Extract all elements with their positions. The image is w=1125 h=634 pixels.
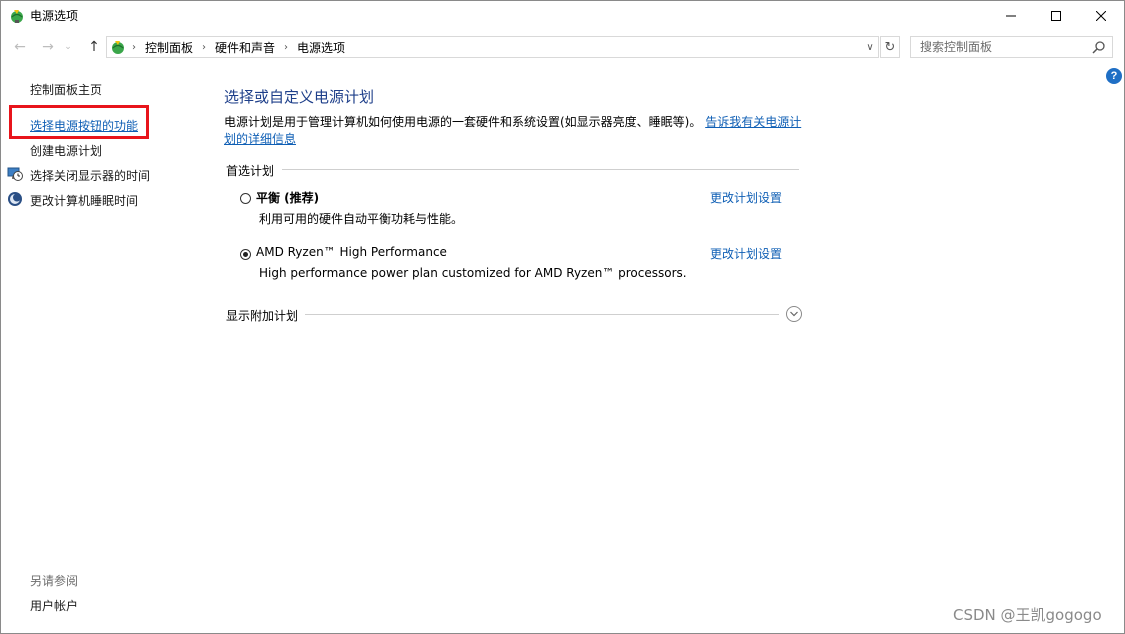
forward-button[interactable]: → [38,38,58,56]
back-button[interactable]: ← [10,38,30,56]
user-accounts-link[interactable]: 用户帐户 [30,597,78,614]
close-button[interactable] [1078,0,1124,31]
sidebar-item-sleep[interactable]: 更改计算机睡眠时间 [30,192,138,209]
plan-description-amd-high-performance: High performance power plan customized f… [259,266,687,280]
search-box[interactable] [910,36,1113,58]
sidebar-item-power-button[interactable]: 选择电源按钮的功能 [30,117,138,134]
expand-additional-plans-button[interactable] [786,306,802,322]
preferred-plans-header: 首选计划 [226,164,275,178]
moon-icon [8,192,22,206]
breadcrumb-power-options[interactable]: 电源选项 [297,39,345,56]
maximize-button[interactable] [1033,0,1079,31]
maximize-icon [1051,10,1061,21]
change-plan-settings-link-amd[interactable]: 更改计划设置 [710,245,782,262]
section-divider [282,169,799,170]
search-icon [1092,41,1105,54]
minimize-button[interactable] [988,0,1034,31]
control-panel-icon [112,41,124,54]
breadcrumb-separator[interactable]: › [202,42,206,53]
window-frame [0,0,1125,634]
power-options-icon [11,10,23,23]
monitor-clock-icon [7,167,23,181]
arrow-right-icon: → [42,39,54,55]
additional-plans-header[interactable]: 显示附加计划 [226,307,298,324]
breadcrumb-separator[interactable]: › [284,42,288,53]
breadcrumb-separator[interactable]: › [132,42,136,53]
close-icon [1096,10,1106,21]
chevron-down-icon [790,311,798,317]
see-also-header: 另请参阅 [30,574,79,588]
minimize-icon [1006,15,1016,16]
plan-radio-balanced[interactable] [240,193,251,204]
breadcrumb-hardware-sound[interactable]: 硬件和声音 [215,39,275,56]
title-bar: 电源选项 [0,0,1125,31]
plan-name-amd-high-performance[interactable]: AMD Ryzen™ High Performance [256,245,447,259]
sidebar-item-display-off[interactable]: 选择关闭显示器的时间 [30,167,150,184]
refresh-icon: ↻ [884,39,896,55]
search-input[interactable] [911,37,1100,57]
address-history-dropdown[interactable]: ∨ [862,37,878,57]
plan-name-balanced[interactable]: 平衡 (推荐) [256,189,319,206]
change-plan-settings-link-balanced[interactable]: 更改计划设置 [710,189,782,206]
up-button[interactable]: ↑ [84,38,104,56]
arrow-up-icon: ↑ [88,39,100,55]
help-icon[interactable]: ? [1106,68,1122,84]
breadcrumb-control-panel[interactable]: 控制面板 [145,39,193,56]
sidebar-item-create-plan[interactable]: 创建电源计划 [30,142,102,159]
recent-dropdown-button[interactable]: ⌄ [62,38,74,56]
description-text: 电源计划是用于管理计算机如何使用电源的一套硬件和系统设置(如显示器亮度、睡眠等)… [224,115,702,129]
address-bar[interactable]: › 控制面板 › 硬件和声音 › 电源选项 ∨ [106,36,879,58]
arrow-left-icon: ← [14,39,26,55]
page-description: 电源计划是用于管理计算机如何使用电源的一套硬件和系统设置(如显示器亮度、睡眠等)… [224,114,804,148]
chevron-down-icon: ∨ [866,41,874,53]
refresh-button[interactable]: ↻ [880,36,900,58]
chevron-down-icon: ⌄ [64,42,72,52]
window-title: 电源选项 [30,9,79,23]
plan-radio-amd-high-performance[interactable] [240,249,251,260]
watermark: CSDN @王凯gogogo [953,606,1102,624]
page-title: 选择或自定义电源计划 [224,88,375,106]
plan-description-balanced: 利用可用的硬件自动平衡功耗与性能。 [259,212,464,226]
section-divider [305,314,779,315]
control-panel-home-link[interactable]: 控制面板主页 [30,81,102,98]
